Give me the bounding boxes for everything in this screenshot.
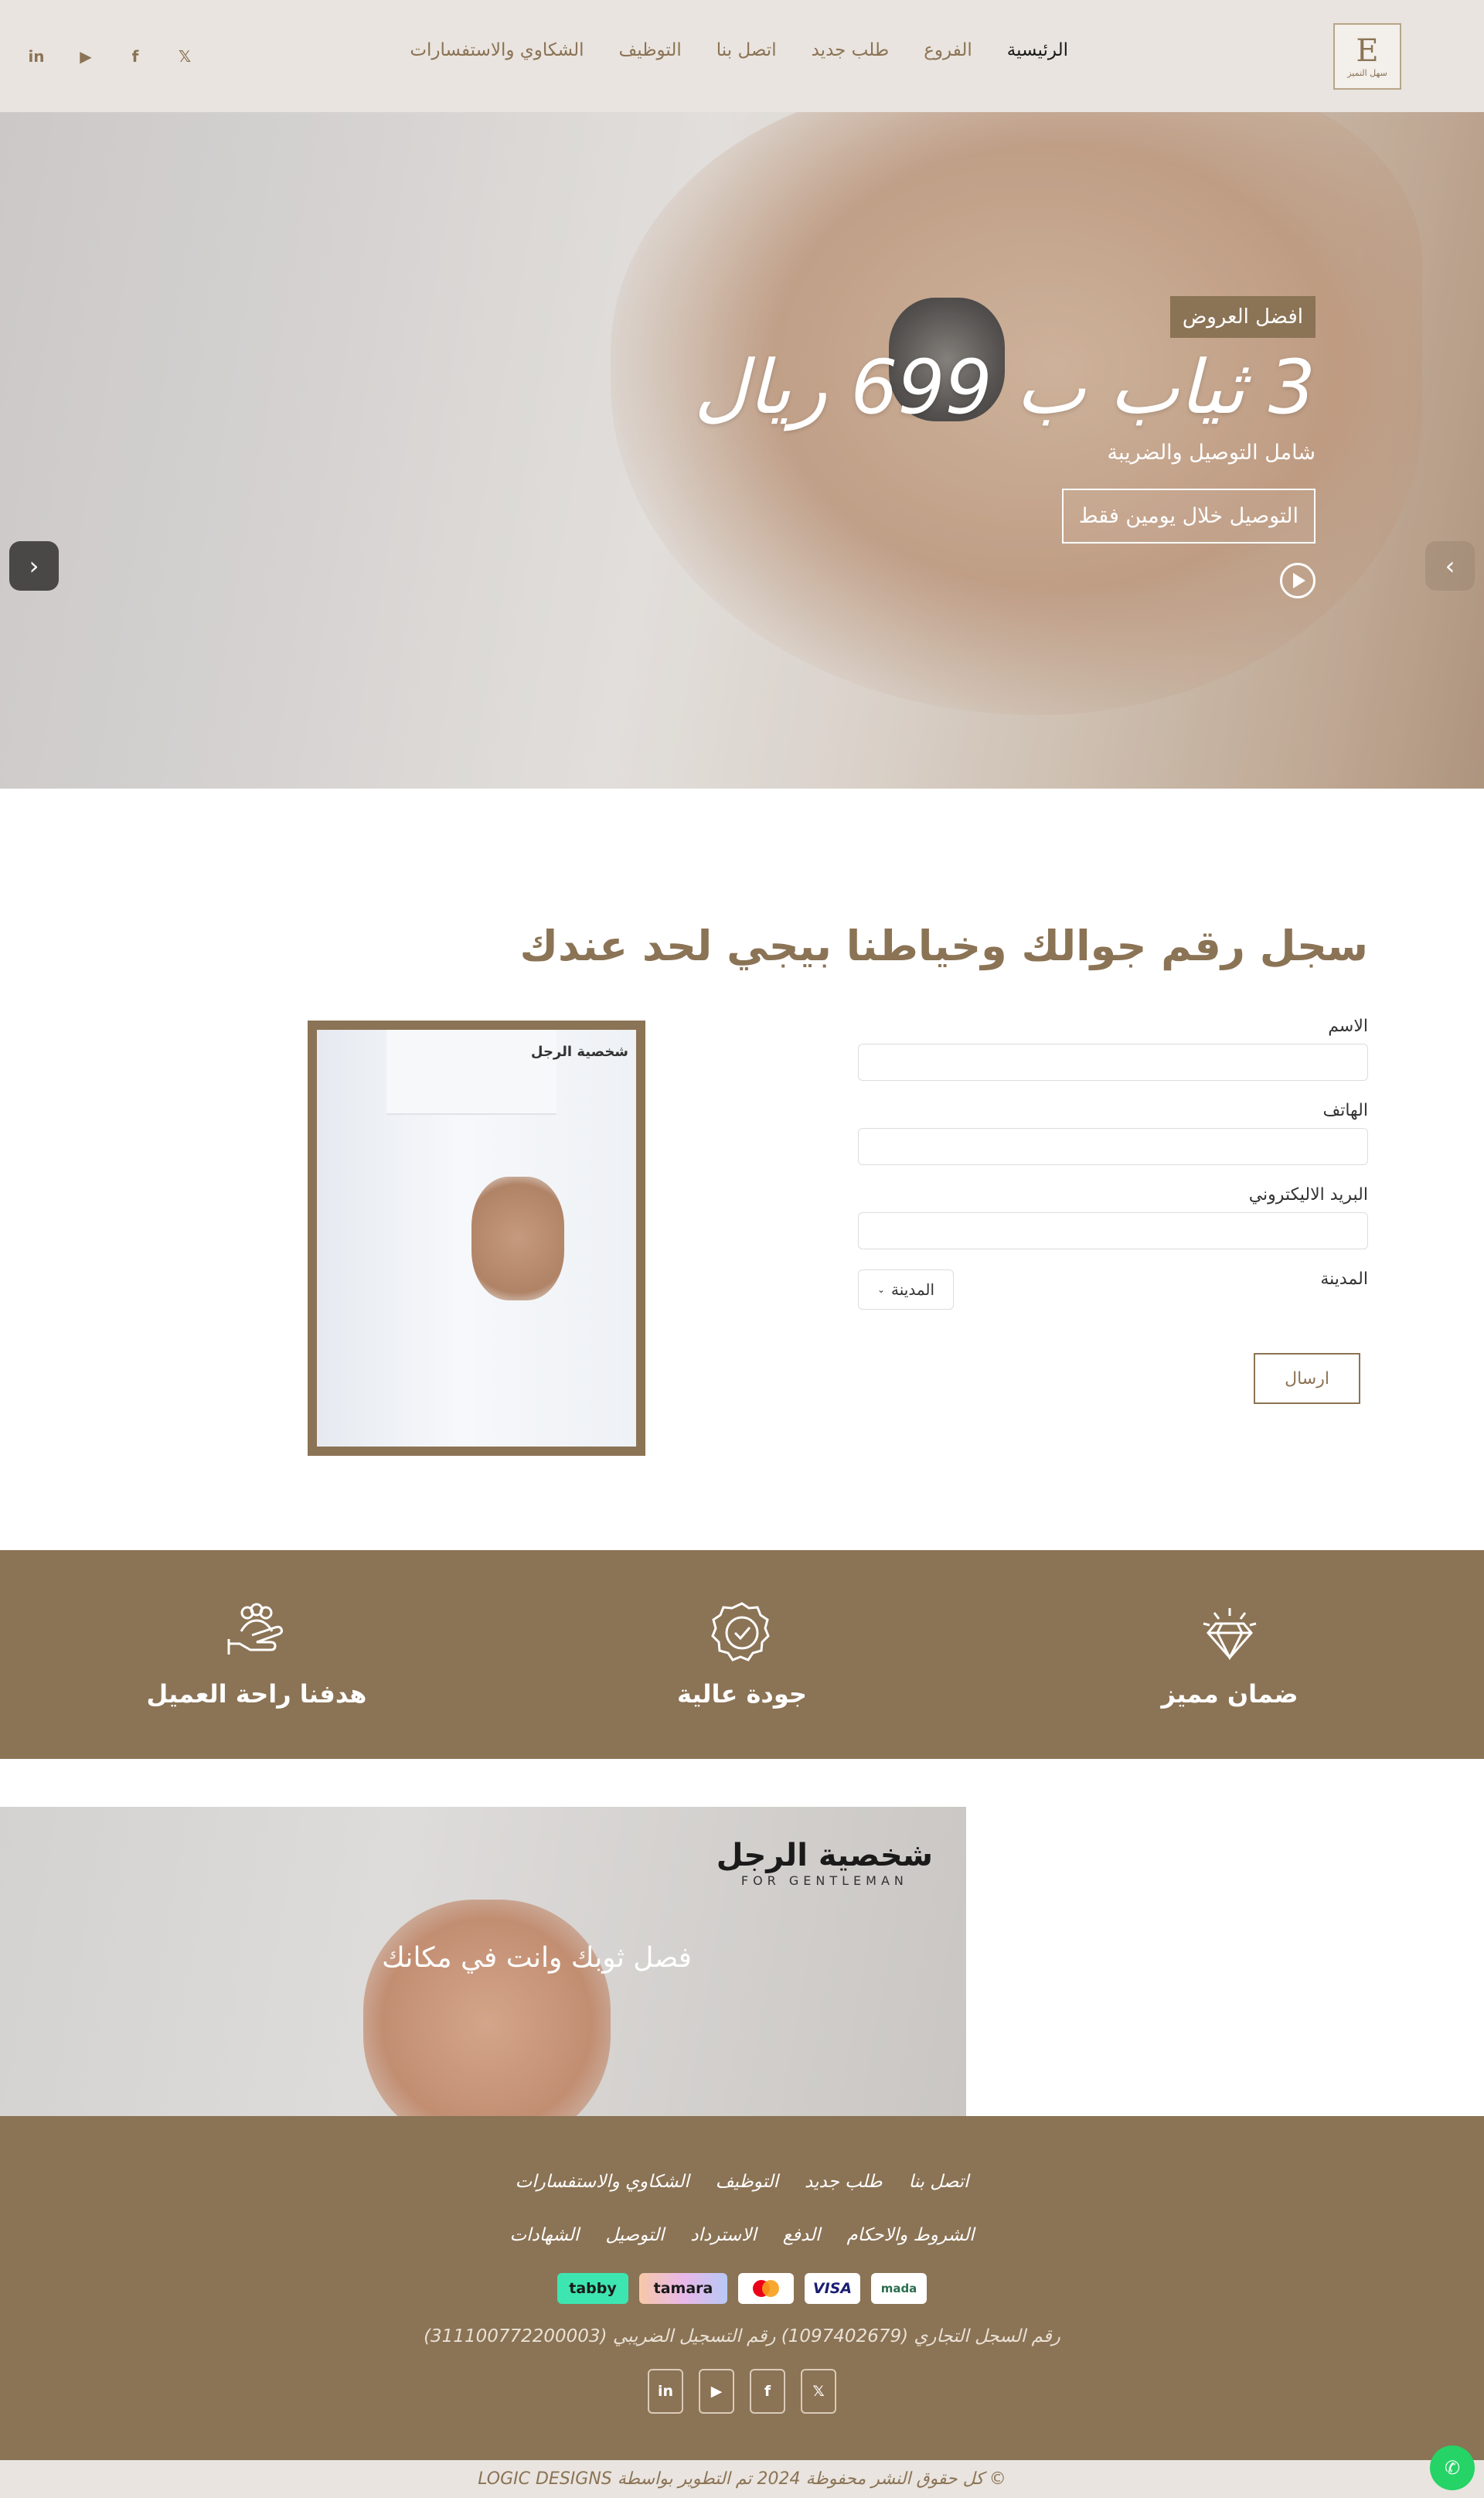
footer-link-terms[interactable]: الشروط والاحكام bbox=[846, 2225, 974, 2245]
tabby-icon: tabby bbox=[557, 2273, 628, 2304]
mada-icon: mada bbox=[871, 2273, 927, 2304]
footer-link-complaints[interactable]: الشكاوي والاستفسارات bbox=[516, 2172, 689, 2192]
facebook-icon[interactable]: f bbox=[122, 43, 148, 70]
linkedin-icon[interactable]: in bbox=[23, 43, 49, 70]
name-input[interactable] bbox=[858, 1044, 1368, 1081]
feature-label: هدفنا راحة العميل bbox=[146, 1679, 367, 1709]
city-select[interactable]: المدينة ⌄ bbox=[858, 1269, 954, 1310]
nav-complaints[interactable]: الشكاوي والاستفسارات bbox=[410, 40, 584, 60]
logo-text: سهل التميز bbox=[1347, 67, 1387, 78]
hero-slider: افضل العروض 3 ثياب ب 699 ريال شامل التوص… bbox=[0, 112, 1484, 789]
facebook-icon[interactable]: f bbox=[750, 2369, 785, 2414]
footer-link-contact[interactable]: اتصل بنا bbox=[909, 2172, 969, 2192]
nav-new-order[interactable]: طلب جديد bbox=[812, 40, 890, 60]
footer-link-certificates[interactable]: الشهادات bbox=[510, 2225, 580, 2245]
banner-brand-sub: FOR GENTLEMAN bbox=[740, 1873, 908, 1888]
tamara-icon: tamara bbox=[639, 2273, 727, 2304]
email-label: البريد الاليكتروني bbox=[1248, 1185, 1368, 1205]
city-select-value: المدينة bbox=[891, 1280, 935, 1299]
diamond-icon bbox=[1203, 1608, 1257, 1661]
mastercard-icon bbox=[738, 2273, 794, 2304]
hero-subtitle: شامل التوصيل والضريبة bbox=[1107, 441, 1316, 465]
banner-tagline: فصل ثوبك وانت في مكانك bbox=[382, 1942, 692, 1974]
slider-prev-arrow-icon[interactable]: ‹ bbox=[9, 541, 59, 591]
hero-title: 3 ثياب ب 699 ريال bbox=[693, 344, 1316, 431]
footer-links-row2: الشروط والاحكام الدفع الاسترداد التوصيل … bbox=[0, 2225, 1484, 2245]
promo-banner: شخصية الرجل FOR GENTLEMAN فصل ثوبك وانت … bbox=[0, 1807, 966, 2116]
nav-jobs[interactable]: التوظيف bbox=[619, 40, 682, 60]
site-logo[interactable]: E سهل التميز bbox=[1333, 23, 1401, 90]
banner-hand-image bbox=[363, 1900, 611, 2116]
submit-button[interactable]: ارسال bbox=[1254, 1353, 1360, 1404]
payment-methods: mada VISA tamara tabby bbox=[0, 2273, 1484, 2304]
footer-links-row1: اتصل بنا طلب جديد التوظيف الشكاوي والاست… bbox=[0, 2172, 1484, 2192]
city-row: المدينة المدينة ⌄ bbox=[858, 1269, 1368, 1316]
image-brand-text: شخصية الرجل bbox=[530, 1044, 628, 1060]
city-label: المدينة bbox=[1320, 1269, 1368, 1289]
feature-label: جودة عالية bbox=[677, 1679, 807, 1709]
feature-customer-comfort: هدفنا راحة العميل bbox=[117, 1600, 396, 1709]
phone-input[interactable] bbox=[858, 1128, 1368, 1165]
registration-info: رقم السجل التجاري (1097402679) رقم التسج… bbox=[424, 2326, 1060, 2346]
features-strip: هدفنا راحة العميل جودة عالية ضمان مميز bbox=[0, 1550, 1484, 1759]
phone-label: الهاتف bbox=[1322, 1101, 1368, 1120]
nav-branches[interactable]: الفروع bbox=[924, 40, 972, 60]
thobe-product-image: شخصية الرجل bbox=[308, 1021, 645, 1456]
footer-link-refund[interactable]: الاسترداد bbox=[690, 2225, 756, 2245]
form-title: سجل رقم جوالك وخياطنا بيجي لحد عندك bbox=[519, 922, 1368, 970]
site-header: E سهل التميز الرئيسية الفروع طلب جديد ات… bbox=[0, 0, 1484, 112]
chevron-down-icon: ⌄ bbox=[876, 1284, 886, 1295]
play-icon[interactable] bbox=[1280, 563, 1316, 598]
whatsapp-icon[interactable]: ✆ bbox=[1430, 2445, 1475, 2490]
mastercard-logo bbox=[753, 2280, 779, 2297]
offer-badge: افضل العروض bbox=[1169, 296, 1316, 338]
footer-link-new-order[interactable]: طلب جديد bbox=[805, 2172, 883, 2192]
x-icon[interactable]: 𝕏 bbox=[801, 2369, 836, 2414]
tailor-request-form: الاسم الهاتف البريد الاليكتروني المدينة … bbox=[858, 1017, 1368, 1316]
x-icon[interactable]: 𝕏 bbox=[172, 43, 198, 70]
feature-high-quality: جودة عالية bbox=[603, 1600, 881, 1709]
header-social: in ▶ f 𝕏 bbox=[23, 43, 221, 70]
footer-link-payment[interactable]: الدفع bbox=[783, 2225, 821, 2245]
youtube-icon[interactable]: ▶ bbox=[699, 2369, 734, 2414]
hand-people-icon bbox=[227, 1603, 283, 1655]
feature-distinct-guarantee: ضمان مميز bbox=[1091, 1600, 1369, 1709]
youtube-icon[interactable]: ▶ bbox=[73, 43, 99, 70]
banner-brand-logo: شخصية الرجل FOR GENTLEMAN bbox=[716, 1838, 933, 1888]
copyright-bar: © كل حقوق النشر محفوظة 2024 تم التطوير ب… bbox=[0, 2460, 1484, 2498]
quality-badge-icon bbox=[711, 1602, 770, 1661]
logo-mark: E bbox=[1356, 32, 1379, 69]
footer-link-jobs[interactable]: التوظيف bbox=[716, 2172, 778, 2192]
site-footer: اتصل بنا طلب جديد التوظيف الشكاوي والاست… bbox=[0, 2116, 1484, 2460]
main-nav: الرئيسية الفروع طلب جديد اتصل بنا التوظي… bbox=[375, 40, 1068, 60]
footer-link-delivery[interactable]: التوصيل bbox=[605, 2225, 664, 2245]
visa-icon: VISA bbox=[805, 2273, 860, 2304]
banner-brand-name: شخصية الرجل bbox=[716, 1838, 933, 1873]
linkedin-icon[interactable]: in bbox=[648, 2369, 683, 2414]
footer-social: in ▶ f 𝕏 bbox=[0, 2369, 1484, 2414]
nav-home[interactable]: الرئيسية bbox=[1007, 40, 1068, 60]
email-input[interactable] bbox=[858, 1212, 1368, 1249]
nav-contact[interactable]: اتصل بنا bbox=[716, 40, 777, 60]
slider-next-arrow-icon[interactable]: › bbox=[1425, 541, 1475, 591]
hero-delivery-button[interactable]: التوصيل خلال يومين فقط bbox=[1061, 489, 1316, 544]
name-label: الاسم bbox=[1328, 1017, 1368, 1036]
feature-label: ضمان مميز bbox=[1161, 1679, 1298, 1709]
